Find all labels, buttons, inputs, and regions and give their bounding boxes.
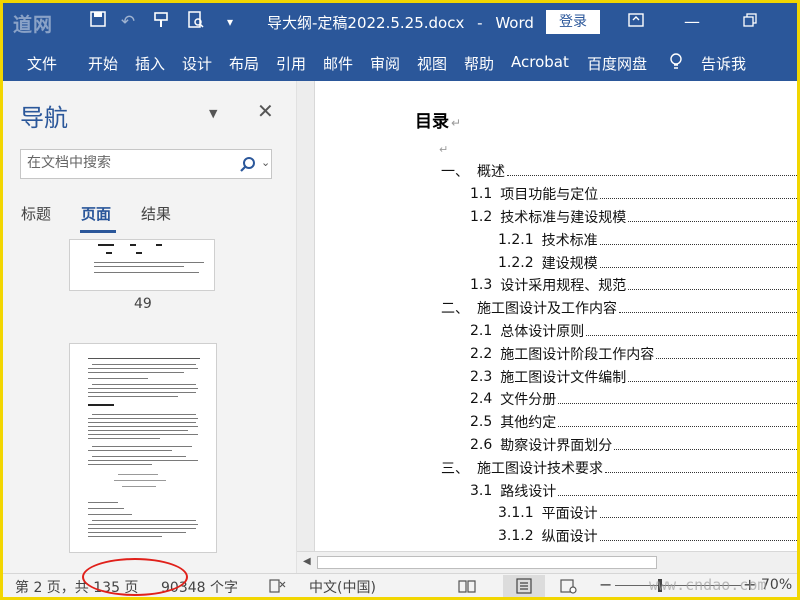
nav-search-box: ⌄ <box>20 149 272 179</box>
word-window: 道网 ↶ ▾ 导大纲-定稿2022.5.25.docx - Word 登录 — … <box>3 3 797 597</box>
paragraph-mark-icon: ↵ <box>439 143 449 156</box>
toc-entry[interactable]: 3.1 路线设计 <box>470 480 797 502</box>
active-tab-indicator <box>80 230 116 233</box>
document-title: 导大纲-定稿2022.5.25.docx <box>267 14 465 32</box>
toc-entry[interactable]: 2.3 施工图设计文件编制 <box>470 366 797 388</box>
app-name: Word <box>495 14 534 32</box>
toc-entry[interactable]: 3.1.1 平面设计 <box>498 502 797 524</box>
toc-entry[interactable]: 2.1 总体设计原则 <box>470 320 797 342</box>
tab-acrobat[interactable]: Acrobat <box>511 53 569 71</box>
format-painter-icon[interactable] <box>151 11 173 33</box>
toc-entry[interactable]: 3.1.2 纵面设计 <box>498 525 797 547</box>
print-preview-icon[interactable] <box>185 11 207 33</box>
document-page[interactable]: 目录 ↵ ↵ 一、 概述 1.1 项目功能与定位 1.2 技术标准与建设规模 1.2.1… <box>315 81 797 551</box>
toc-heading: 目录 ↵ <box>415 112 462 132</box>
tab-file[interactable]: 文件 <box>27 53 57 74</box>
minimize-icon[interactable]: — <box>679 10 705 34</box>
search-input[interactable] <box>27 155 227 171</box>
lightbulb-icon[interactable] <box>669 53 683 71</box>
page-number-label: 49 <box>134 296 152 312</box>
nav-tab-results[interactable]: 结果 <box>141 203 171 224</box>
navigation-pane: 导航 ▼ ✕ ⌄ 标题 页面 结果 49 <box>3 81 297 573</box>
ribbon-display-icon[interactable] <box>623 10 649 34</box>
language-status[interactable]: 中文(中国) <box>309 577 376 597</box>
toc-entry[interactable]: 三、 施工图设计技术要求 <box>441 457 797 479</box>
proofing-icon[interactable] <box>269 578 287 594</box>
tab-references[interactable]: 引用 <box>276 53 306 74</box>
print-layout-icon[interactable] <box>515 578 533 594</box>
ribbon-tabs: 文件 开始 插入 设计 布局 引用 邮件 审阅 视图 帮助 Acrobat 百度… <box>3 41 797 81</box>
close-icon[interactable]: ✕ <box>257 99 274 123</box>
toc-entry[interactable]: 1.2.2 建设规模 <box>498 252 797 274</box>
page-thumbnail-49[interactable] <box>69 239 215 291</box>
tab-mailings[interactable]: 邮件 <box>323 53 353 74</box>
title-bar: 道网 ↶ ▾ 导大纲-定稿2022.5.25.docx - Word 登录 — <box>3 3 797 41</box>
scroll-thumb[interactable] <box>317 556 657 569</box>
search-icon[interactable] <box>239 156 257 174</box>
tab-view[interactable]: 视图 <box>417 53 447 74</box>
login-button[interactable]: 登录 <box>546 10 600 34</box>
nav-tab-headings[interactable]: 标题 <box>21 203 51 224</box>
web-layout-icon[interactable] <box>559 578 577 594</box>
tab-help[interactable]: 帮助 <box>464 53 494 74</box>
toc-entry[interactable]: 1.2.1 技术标准 <box>498 229 797 251</box>
toc-entry[interactable]: 2.5 其他约定 <box>470 411 797 433</box>
toc-entry[interactable]: 2.4 文件分册 <box>470 388 797 410</box>
horizontal-scrollbar[interactable]: ◀ <box>297 551 797 573</box>
tab-review[interactable]: 审阅 <box>370 53 400 74</box>
maximize-icon[interactable] <box>737 10 763 34</box>
tab-home[interactable]: 开始 <box>88 53 118 74</box>
chevron-down-icon[interactable]: ⌄ <box>261 156 270 169</box>
scroll-left-icon[interactable]: ◀ <box>303 556 311 567</box>
site-watermark: www.cndao.com <box>649 576 767 594</box>
toc-entry[interactable]: 1.1 项目功能与定位 <box>470 183 797 205</box>
tab-layout[interactable]: 布局 <box>229 53 259 74</box>
tab-baidu-netdisk[interactable]: 百度网盘 <box>587 53 647 74</box>
toc-entry[interactable]: 一、 概述 <box>441 160 797 182</box>
read-mode-icon[interactable] <box>458 578 476 594</box>
watermark-text: 道网 <box>13 14 54 36</box>
tab-design[interactable]: 设计 <box>182 53 212 74</box>
tab-insert[interactable]: 插入 <box>135 53 165 74</box>
vertical-scrollbar[interactable] <box>297 81 315 551</box>
annotation-circle <box>82 558 188 596</box>
toc-entry[interactable]: 二、 施工图设计及工作内容 <box>441 297 797 319</box>
nav-title: 导航 <box>20 104 68 132</box>
undo-icon[interactable]: ↶ <box>117 11 139 33</box>
save-icon[interactable] <box>87 11 109 33</box>
tell-me-search[interactable]: 告诉我 <box>701 53 746 74</box>
zoom-out-icon[interactable]: − <box>599 575 612 594</box>
customize-qat-icon[interactable]: ▾ <box>219 11 241 33</box>
toc-entry[interactable]: 2.6 勘察设计界面划分 <box>470 434 797 456</box>
nav-tab-pages[interactable]: 页面 <box>81 203 111 224</box>
toc-entry[interactable]: 1.3 设计采用规程、规范 <box>470 274 797 296</box>
page-thumbnail-50[interactable] <box>69 343 217 553</box>
toc-entry[interactable]: 1.2 技术标准与建设规模 <box>470 206 797 228</box>
toc-entry[interactable]: 2.2 施工图设计阶段工作内容 <box>470 343 797 365</box>
nav-options-dropdown-icon[interactable]: ▼ <box>209 107 217 120</box>
document-area: 目录 ↵ ↵ 一、 概述 1.1 项目功能与定位 1.2 技术标准与建设规模 1.2.1… <box>297 81 797 573</box>
